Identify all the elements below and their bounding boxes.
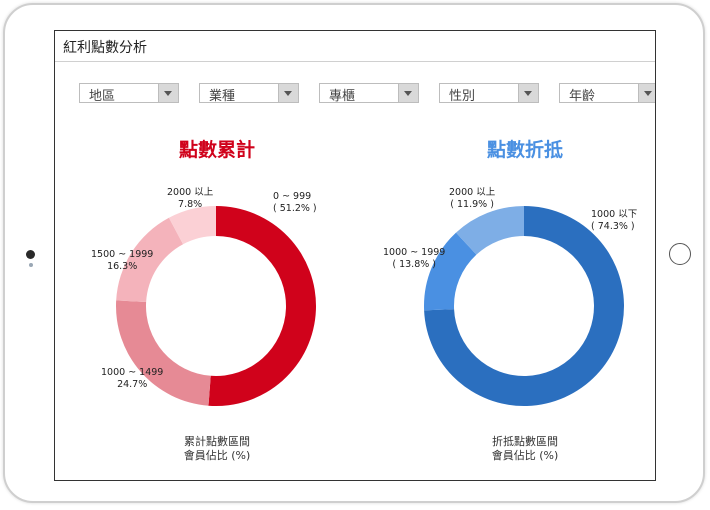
slice-percent: ( 11.9% ) [450, 199, 494, 210]
app-screen: 紅利點數分析 地區 業種 專櫃 性別 年齡 點數累計 0 ~ 999( 51.2… [54, 30, 656, 481]
slice-range: 1000 以下 [591, 209, 638, 220]
camera-sensor [29, 263, 33, 267]
slice-label: 1000 以下( 74.3% ) [591, 209, 637, 233]
slice-range: 1000 ~ 1999 [383, 247, 446, 258]
slice-percent: ( 13.8% ) [392, 259, 436, 270]
slice-label: 2000 以上( 11.9% ) [449, 187, 495, 211]
slice-range: 2000 以上 [449, 187, 496, 198]
chart-caption-redeemed: 折抵點數區間 會員佔比 (%) [425, 435, 625, 463]
caption-line: 折抵點數區間 [492, 435, 558, 448]
donut-chart-redeemed [424, 206, 624, 406]
slice-label: 1000 ~ 1999( 13.8% ) [383, 247, 445, 271]
camera-icon [26, 250, 35, 259]
caption-line: 會員佔比 (%) [491, 449, 559, 462]
slice-percent: ( 74.3% ) [591, 221, 635, 232]
home-button[interactable] [669, 243, 691, 265]
